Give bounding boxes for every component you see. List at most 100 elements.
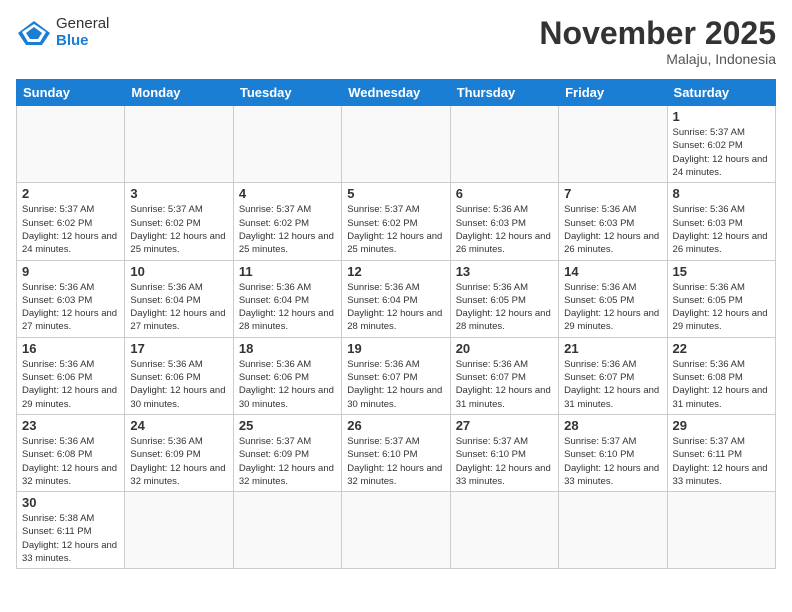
location-subtitle: Malaju, Indonesia [539, 51, 776, 67]
day-number: 19 [347, 341, 444, 356]
day-info: Sunrise: 5:36 AM Sunset: 6:05 PM Dayligh… [564, 281, 661, 334]
calendar-week-row: 9 Sunrise: 5:36 AM Sunset: 6:03 PM Daylig… [17, 260, 776, 337]
day-info: Sunrise: 5:36 AM Sunset: 6:07 PM Dayligh… [456, 358, 553, 411]
calendar-day-cell [559, 492, 667, 569]
calendar-day-cell: 6 Sunrise: 5:36 AM Sunset: 6:03 PM Daylig… [450, 183, 558, 260]
calendar-day-cell: 15Sunrise: 5:36 AM Sunset: 6:05 PM Dayli… [667, 260, 775, 337]
day-info: Sunrise: 5:36 AM Sunset: 6:03 PM Dayligh… [564, 203, 661, 256]
day-info: Sunrise: 5:37 AM Sunset: 6:02 PM Dayligh… [239, 203, 336, 256]
calendar-day-cell [450, 106, 558, 183]
calendar-day-cell: 26 Sunrise: 5:37 AM Sunset: 6:10 PM Dayli… [342, 414, 450, 491]
day-number: 20 [456, 341, 553, 356]
weekday-header-friday: Friday [559, 80, 667, 106]
calendar-day-cell: 16 Sunrise: 5:36 AM Sunset: 6:06 PM Dayli… [17, 337, 125, 414]
calendar-day-cell: 23Sunrise: 5:36 AM Sunset: 6:08 PM Dayli… [17, 414, 125, 491]
calendar-day-cell: 3 Sunrise: 5:37 AM Sunset: 6:02 PM Daylig… [125, 183, 233, 260]
day-number: 9 [22, 264, 119, 279]
day-info: Sunrise: 5:37 AM Sunset: 6:02 PM Dayligh… [130, 203, 227, 256]
day-number: 26 [347, 418, 444, 433]
day-info: Sunrise: 5:37 AM Sunset: 6:02 PM Dayligh… [22, 203, 119, 256]
calendar-day-cell: 21Sunrise: 5:36 AM Sunset: 6:07 PM Dayli… [559, 337, 667, 414]
day-number: 10 [130, 264, 227, 279]
day-info: Sunrise: 5:36 AM Sunset: 6:04 PM Dayligh… [130, 281, 227, 334]
calendar-day-cell [125, 106, 233, 183]
calendar-day-cell [125, 492, 233, 569]
calendar-day-cell: 1 Sunrise: 5:37 AM Sunset: 6:02 PM Daylig… [667, 106, 775, 183]
calendar-day-cell [17, 106, 125, 183]
calendar-day-cell: 10 Sunrise: 5:36 AM Sunset: 6:04 PM Dayli… [125, 260, 233, 337]
calendar-week-row: 1 Sunrise: 5:37 AM Sunset: 6:02 PM Daylig… [17, 106, 776, 183]
day-info: Sunrise: 5:36 AM Sunset: 6:04 PM Dayligh… [347, 281, 444, 334]
day-info: Sunrise: 5:36 AM Sunset: 6:03 PM Dayligh… [673, 203, 770, 256]
day-number: 13 [456, 264, 553, 279]
calendar-day-cell: 25Sunrise: 5:37 AM Sunset: 6:09 PM Dayli… [233, 414, 341, 491]
calendar-day-cell [559, 106, 667, 183]
logo-icon [16, 19, 52, 47]
weekday-header-sunday: Sunday [17, 80, 125, 106]
day-info: Sunrise: 5:37 AM Sunset: 6:10 PM Dayligh… [347, 435, 444, 488]
calendar-week-row: 30Sunrise: 5:38 AM Sunset: 6:11 PM Dayli… [17, 492, 776, 569]
calendar-day-cell [233, 492, 341, 569]
weekday-header-saturday: Saturday [667, 80, 775, 106]
day-number: 8 [673, 186, 770, 201]
calendar-day-cell: 20 Sunrise: 5:36 AM Sunset: 6:07 PM Dayli… [450, 337, 558, 414]
calendar-week-row: 16 Sunrise: 5:36 AM Sunset: 6:06 PM Dayli… [17, 337, 776, 414]
day-number: 6 [456, 186, 553, 201]
calendar-day-cell: 22 Sunrise: 5:36 AM Sunset: 6:08 PM Dayli… [667, 337, 775, 414]
day-info: Sunrise: 5:36 AM Sunset: 6:09 PM Dayligh… [130, 435, 227, 488]
calendar-day-cell: 28 Sunrise: 5:37 AM Sunset: 6:10 PM Dayli… [559, 414, 667, 491]
day-number: 2 [22, 186, 119, 201]
day-number: 3 [130, 186, 227, 201]
month-title: November 2025 [539, 16, 776, 51]
calendar-day-cell: 8 Sunrise: 5:36 AM Sunset: 6:03 PM Daylig… [667, 183, 775, 260]
logo-text: General Blue [56, 16, 109, 49]
day-number: 30 [22, 495, 119, 510]
day-number: 16 [22, 341, 119, 356]
day-number: 1 [673, 109, 770, 124]
day-number: 23 [22, 418, 119, 433]
calendar-day-cell [450, 492, 558, 569]
calendar-day-cell: 18Sunrise: 5:36 AM Sunset: 6:06 PM Dayli… [233, 337, 341, 414]
day-info: Sunrise: 5:36 AM Sunset: 6:04 PM Dayligh… [239, 281, 336, 334]
day-info: Sunrise: 5:36 AM Sunset: 6:03 PM Dayligh… [456, 203, 553, 256]
day-info: Sunrise: 5:37 AM Sunset: 6:09 PM Dayligh… [239, 435, 336, 488]
day-number: 5 [347, 186, 444, 201]
calendar-day-cell: 12 Sunrise: 5:36 AM Sunset: 6:04 PM Dayli… [342, 260, 450, 337]
day-number: 14 [564, 264, 661, 279]
calendar-day-cell: 19Sunrise: 5:36 AM Sunset: 6:07 PM Dayli… [342, 337, 450, 414]
calendar-week-row: 23Sunrise: 5:36 AM Sunset: 6:08 PM Dayli… [17, 414, 776, 491]
day-info: Sunrise: 5:36 AM Sunset: 6:06 PM Dayligh… [22, 358, 119, 411]
day-info: Sunrise: 5:36 AM Sunset: 6:03 PM Dayligh… [22, 281, 119, 334]
day-info: Sunrise: 5:36 AM Sunset: 6:05 PM Dayligh… [456, 281, 553, 334]
day-info: Sunrise: 5:37 AM Sunset: 6:10 PM Dayligh… [564, 435, 661, 488]
day-number: 24 [130, 418, 227, 433]
calendar-day-cell [342, 492, 450, 569]
calendar-table: SundayMondayTuesdayWednesdayThursdayFrid… [16, 79, 776, 569]
day-info: Sunrise: 5:36 AM Sunset: 6:08 PM Dayligh… [673, 358, 770, 411]
weekday-header-thursday: Thursday [450, 80, 558, 106]
day-number: 28 [564, 418, 661, 433]
day-info: Sunrise: 5:36 AM Sunset: 6:07 PM Dayligh… [564, 358, 661, 411]
day-number: 11 [239, 264, 336, 279]
day-info: Sunrise: 5:37 AM Sunset: 6:02 PM Dayligh… [673, 126, 770, 179]
calendar-day-cell: 24 Sunrise: 5:36 AM Sunset: 6:09 PM Dayli… [125, 414, 233, 491]
day-number: 27 [456, 418, 553, 433]
day-number: 22 [673, 341, 770, 356]
day-info: Sunrise: 5:37 AM Sunset: 6:02 PM Dayligh… [347, 203, 444, 256]
day-number: 17 [130, 341, 227, 356]
calendar-day-cell [342, 106, 450, 183]
day-number: 15 [673, 264, 770, 279]
page: General Blue November 2025 Malaju, Indon… [0, 0, 792, 612]
weekday-header-tuesday: Tuesday [233, 80, 341, 106]
day-number: 18 [239, 341, 336, 356]
day-number: 29 [673, 418, 770, 433]
day-number: 12 [347, 264, 444, 279]
calendar-day-cell: 5 Sunrise: 5:37 AM Sunset: 6:02 PM Daylig… [342, 183, 450, 260]
weekday-header-row: SundayMondayTuesdayWednesdayThursdayFrid… [17, 80, 776, 106]
calendar-day-cell: 4Sunrise: 5:37 AM Sunset: 6:02 PM Daylig… [233, 183, 341, 260]
calendar-day-cell: 9 Sunrise: 5:36 AM Sunset: 6:03 PM Daylig… [17, 260, 125, 337]
header: General Blue November 2025 Malaju, Indon… [16, 16, 776, 67]
day-info: Sunrise: 5:37 AM Sunset: 6:10 PM Dayligh… [456, 435, 553, 488]
weekday-header-wednesday: Wednesday [342, 80, 450, 106]
calendar-day-cell: 14 Sunrise: 5:36 AM Sunset: 6:05 PM Dayli… [559, 260, 667, 337]
